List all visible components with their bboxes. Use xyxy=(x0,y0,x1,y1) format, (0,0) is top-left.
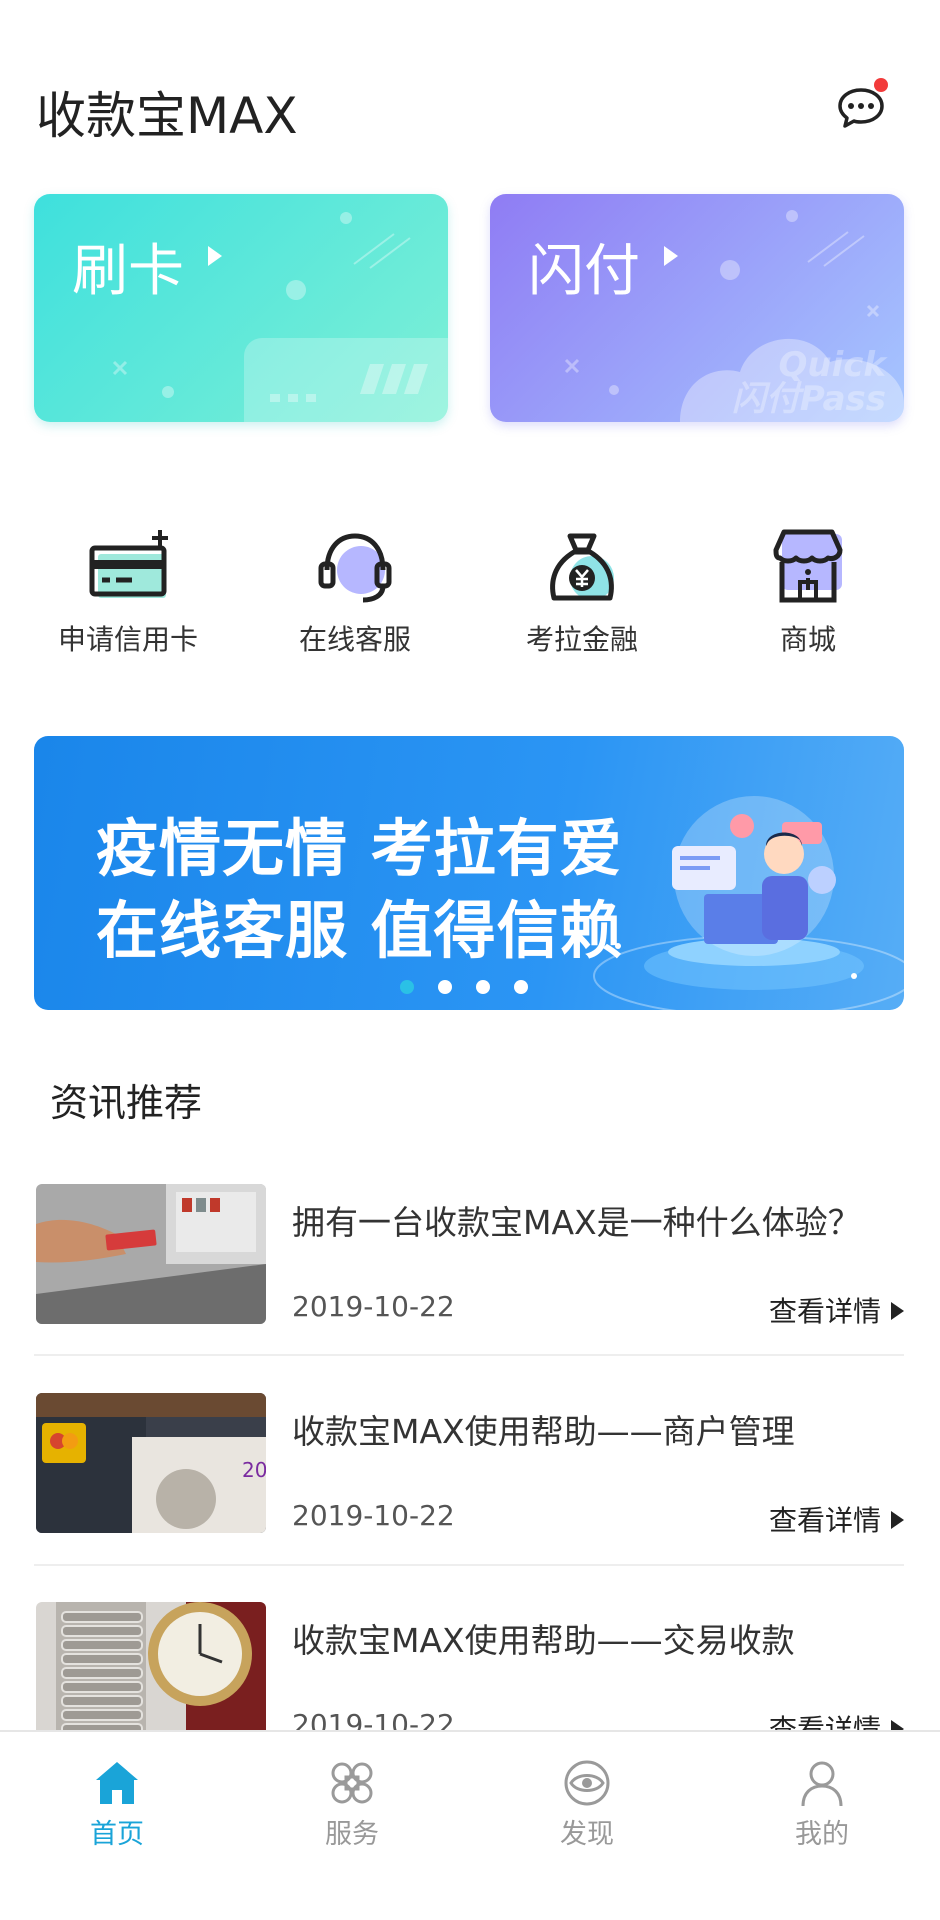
news-item[interactable]: 20 收款宝MAX使用帮助——商户管理 2019-10-22 查看详情 xyxy=(34,1393,904,1543)
view-details-link[interactable]: 查看详情 xyxy=(769,1290,904,1330)
news-date: 2019-10-22 xyxy=(292,1290,455,1323)
headset-icon xyxy=(318,533,392,603)
play-arrow-icon xyxy=(664,246,678,266)
message-button[interactable] xyxy=(836,78,888,132)
online-service-button[interactable]: 在线客服 xyxy=(255,520,455,660)
news-date: 2019-10-22 xyxy=(292,1499,455,1532)
tab-label: 服务 xyxy=(325,1819,379,1850)
tab-home[interactable]: 首页 xyxy=(47,1752,187,1852)
store-icon xyxy=(773,529,843,603)
quickpass-watermark: Quick 闪付Pass xyxy=(731,345,886,419)
app-title: 收款宝MAX xyxy=(36,87,298,145)
news-thumbnail: 20 xyxy=(36,1393,266,1533)
news-title: 收款宝MAX使用帮助——交易收款 xyxy=(292,1621,795,1660)
quickpass-button[interactable]: Quick 闪付Pass 闪付 xyxy=(490,194,904,422)
pagination-dot[interactable] xyxy=(400,980,414,994)
mall-label: 商城 xyxy=(779,623,836,656)
tab-label: 发现 xyxy=(560,1819,614,1850)
eye-icon xyxy=(564,1760,610,1806)
tab-service[interactable]: 服务 xyxy=(282,1752,422,1852)
view-details-link[interactable]: 查看详情 xyxy=(769,1499,904,1539)
mall-button[interactable]: 商城 xyxy=(708,520,908,660)
swipe-card-label: 刷卡 xyxy=(72,239,184,304)
play-arrow-icon xyxy=(208,246,222,266)
banner-line-2: 在线客服 值得信赖 xyxy=(96,894,623,967)
section-title: 资讯推荐 xyxy=(50,1081,203,1125)
unread-dot xyxy=(874,78,888,92)
tab-mine[interactable]: 我的 xyxy=(752,1752,892,1852)
apply-credit-card-button[interactable]: 申请信用卡 xyxy=(28,520,228,660)
divider xyxy=(34,1564,904,1566)
news-title: 收款宝MAX使用帮助——商户管理 xyxy=(292,1412,795,1451)
money-bag-icon xyxy=(550,533,614,601)
swipe-card-button[interactable]: 刷卡 xyxy=(34,194,448,422)
online-service-label: 在线客服 xyxy=(298,623,411,656)
credit-card-icon xyxy=(89,530,168,598)
divider xyxy=(34,1354,904,1356)
promo-banner[interactable]: 疫情无情 考拉有爱 在线客服 值得信赖 xyxy=(34,736,904,1010)
tab-discover[interactable]: 发现 xyxy=(517,1752,657,1852)
bottom-tab-bar: 首页 服务 发现 我的 xyxy=(0,1730,940,1920)
pagination-dot[interactable] xyxy=(514,980,528,994)
quickpass-label: 闪付 xyxy=(528,239,640,304)
play-arrow-icon xyxy=(891,1511,904,1529)
banner-pagination xyxy=(400,980,528,994)
play-arrow-icon xyxy=(891,1302,904,1320)
quick-actions: 申请信用卡 在线客服 考拉金融 商城 xyxy=(0,520,940,660)
tab-label: 首页 xyxy=(90,1819,144,1850)
news-thumbnail xyxy=(36,1184,266,1324)
app-header: 收款宝MAX xyxy=(0,0,940,180)
banner-line-1: 疫情无情 考拉有爱 xyxy=(96,812,623,885)
news-thumbnail xyxy=(36,1602,266,1742)
koala-finance-label: 考拉金融 xyxy=(525,623,638,656)
home-icon xyxy=(96,1762,138,1804)
pagination-dot[interactable] xyxy=(476,980,490,994)
tab-label: 我的 xyxy=(795,1819,849,1850)
news-item[interactable]: 拥有一台收款宝MAX是一种什么体验？ 2019-10-22 查看详情 xyxy=(34,1184,904,1334)
service-grid-icon xyxy=(331,1762,373,1804)
koala-finance-button[interactable]: 考拉金融 xyxy=(482,520,682,660)
news-title: 拥有一台收款宝MAX是一种什么体验？ xyxy=(292,1203,861,1242)
user-icon xyxy=(801,1761,843,1807)
apply-credit-card-label: 申请信用卡 xyxy=(57,623,198,656)
svg-text:20: 20 xyxy=(242,1458,266,1482)
pagination-dot[interactable] xyxy=(438,980,452,994)
